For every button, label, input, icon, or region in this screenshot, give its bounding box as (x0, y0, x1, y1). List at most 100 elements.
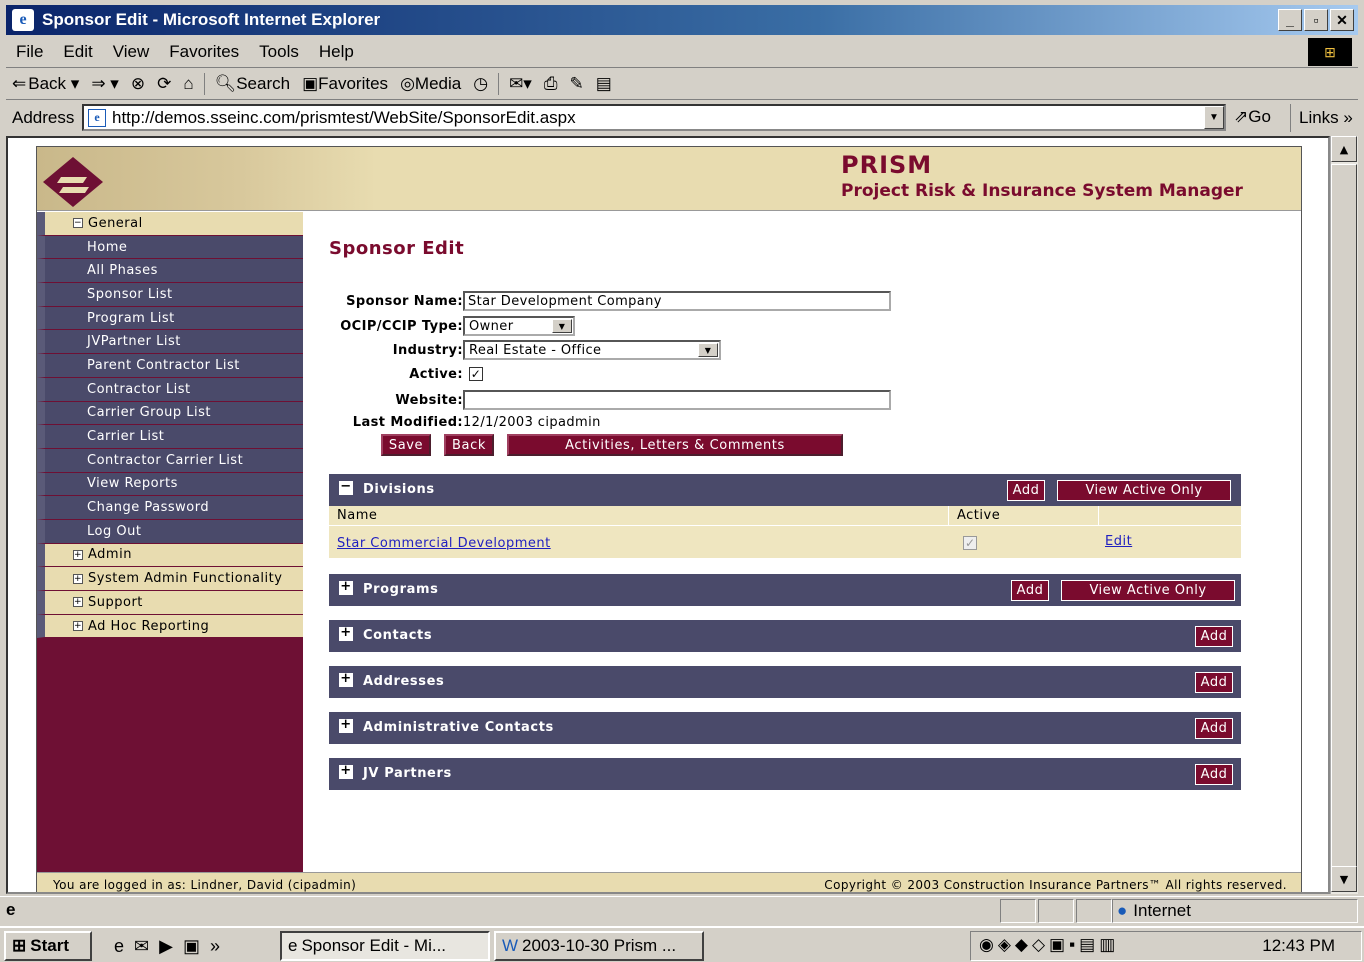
type-select[interactable]: Owner ▼ (463, 316, 575, 336)
stop-icon[interactable]: ⊗ (125, 74, 151, 94)
section-title: Administrative Contacts (363, 720, 554, 735)
outlook-launch-icon[interactable]: ✉ (134, 936, 149, 957)
app-frame: PRISM Project Risk & Insurance System Ma… (36, 146, 1302, 892)
back-button[interactable]: Back (444, 434, 494, 456)
refresh-icon[interactable]: ⟳ (151, 74, 177, 94)
menu-view[interactable]: View (103, 42, 160, 62)
page-viewport: PRISM Project Risk & Insurance System Ma… (6, 136, 1330, 894)
clock: 12:43 PM (1262, 936, 1335, 955)
expand-icon[interactable]: + (339, 764, 353, 779)
search-button[interactable]: 🔍︎Search (209, 74, 296, 94)
favorites-button[interactable]: ▣Favorites (296, 74, 394, 94)
quick-launch: e ✉ ▶ ▣ » (114, 936, 220, 957)
scroll-thumb[interactable] (1331, 164, 1357, 882)
tray-icons[interactable]: ◉◈◆◇▣▪▤▥ (979, 935, 1119, 955)
activities-button[interactable]: Activities, Letters & Comments (507, 434, 843, 456)
sidebar-item-sponsor-list[interactable]: Sponsor List (37, 283, 303, 307)
desktop-launch-icon[interactable]: ▣ (183, 936, 200, 957)
address-dropdown-icon[interactable]: ▼ (1204, 106, 1224, 129)
sponsor-name-input[interactable]: Star Development Company (463, 291, 891, 311)
mail-icon[interactable]: ✉▾ (503, 74, 538, 94)
menu-file[interactable]: File (6, 42, 53, 62)
add-address-button[interactable]: Add (1195, 672, 1233, 693)
address-input[interactable]: e http://demos.sseinc.com/prismtest/WebS… (82, 104, 1226, 131)
scroll-up-icon[interactable]: ▲ (1331, 136, 1357, 162)
save-button[interactable]: Save (381, 434, 431, 456)
taskbar-task-ie[interactable]: e Sponsor Edit - Mi... (280, 931, 490, 961)
sidebar-item-contractor-list[interactable]: Contractor List (37, 377, 303, 402)
website-input[interactable] (463, 390, 891, 410)
collapse-icon[interactable]: − (339, 480, 353, 495)
sidebar-item-log-out[interactable]: Log Out (37, 519, 303, 544)
discuss-icon[interactable]: ▤ (590, 74, 618, 94)
ie-launch-icon[interactable]: e (114, 936, 124, 957)
sidebar-item-program-list[interactable]: Program List (37, 306, 303, 331)
view-active-programs-button[interactable]: View Active Only (1061, 580, 1235, 601)
add-jv-partner-button[interactable]: Add (1195, 764, 1233, 785)
go-button[interactable]: ⇗Go (1234, 107, 1271, 127)
sidebar-item-jvpartner-list[interactable]: JVPartner List (37, 330, 303, 355)
home-icon[interactable]: ⌂ (177, 74, 199, 94)
type-label: OCIP/CCIP Type: (340, 319, 463, 334)
menu-tools[interactable]: Tools (249, 42, 309, 62)
section-title: Programs (363, 582, 439, 597)
page-footer: You are logged in as: Lindner, David (ci… (37, 872, 1301, 892)
media-launch-icon[interactable]: ▶ (159, 936, 173, 957)
expand-icon[interactable]: + (339, 580, 353, 595)
back-button[interactable]: ⇐ Back ▾ (6, 74, 85, 94)
expand-icon[interactable]: + (339, 718, 353, 733)
media-button[interactable]: ◎Media (394, 74, 467, 94)
window-title: Sponsor Edit - Microsoft Internet Explor… (42, 10, 381, 29)
scroll-down-icon[interactable]: ▼ (1331, 866, 1357, 892)
sidebar-item-change-password[interactable]: Change Password (37, 496, 303, 520)
chevron-down-icon: ▼ (698, 343, 718, 357)
expand-icon[interactable]: + (339, 672, 353, 687)
links-button[interactable]: Links » (1290, 104, 1353, 132)
more-icon[interactable]: » (210, 936, 220, 957)
sidebar-item-home[interactable]: Home (37, 235, 303, 260)
history-icon[interactable]: ◷ (467, 74, 494, 94)
taskbar-task-word[interactable]: W 2003-10-30 Prism ... (494, 931, 704, 961)
sidebar-item-all-phases[interactable]: All Phases (37, 259, 303, 284)
add-admin-contact-button[interactable]: Add (1195, 718, 1233, 739)
active-checkbox[interactable]: ✓ (469, 367, 483, 381)
start-button[interactable]: ⊞ start (4, 931, 92, 961)
expand-icon[interactable]: + (339, 626, 353, 641)
add-program-button[interactable]: Add (1011, 580, 1049, 601)
sidebar: − General Home All Phases Sponsor List Pr… (37, 212, 303, 872)
print-icon[interactable]: ⎙ (538, 74, 564, 94)
sidebar-item-view-reports[interactable]: View Reports (37, 472, 303, 497)
sidebar-group-label: Admin (88, 547, 132, 563)
add-division-button[interactable]: Add (1007, 480, 1045, 501)
sidebar-item-carrier-list[interactable]: Carrier List (37, 425, 303, 449)
division-name-link[interactable]: Star Commercial Development (337, 536, 551, 551)
menu-help[interactable]: Help (309, 42, 364, 62)
sidebar-item-parent-contractor-list[interactable]: Parent Contractor List (37, 354, 303, 378)
maximize-button[interactable]: ▫ (1304, 9, 1328, 31)
sidebar-group-admin[interactable]: + Admin (37, 543, 303, 568)
close-button[interactable]: ✕ (1330, 9, 1354, 31)
menu-edit[interactable]: Edit (53, 42, 102, 62)
edit-page-icon[interactable]: ✎ (563, 74, 589, 94)
sidebar-group-ad-hoc-reporting[interactable]: + Ad Hoc Reporting (37, 614, 303, 639)
forward-button[interactable]: ⇒ ▾ (85, 74, 125, 94)
sidebar-group-system-admin[interactable]: + System Admin Functionality (37, 567, 303, 591)
industry-select[interactable]: Real Estate - Office ▼ (463, 340, 721, 360)
view-active-divisions-button[interactable]: View Active Only (1057, 480, 1231, 501)
copyright-text: Copyright © 2003 Construction Insurance … (824, 878, 1287, 892)
sidebar-item-carrier-group-list[interactable]: Carrier Group List (37, 401, 303, 426)
edit-division-link[interactable]: Edit (1105, 534, 1132, 549)
add-contact-button[interactable]: Add (1195, 626, 1233, 647)
go-label: Go (1248, 107, 1271, 126)
section-addresses: + Addresses Add (329, 666, 1241, 698)
sidebar-group-support[interactable]: + Support (37, 591, 303, 615)
section-title: Contacts (363, 628, 433, 643)
zone-label: Internet (1133, 901, 1191, 920)
section-contacts: + Contacts Add (329, 620, 1241, 652)
sidebar-group-general[interactable]: − General (37, 212, 303, 236)
vertical-scrollbar[interactable]: ▲ ▼ (1330, 136, 1358, 894)
sidebar-item-contractor-carrier-list[interactable]: Contractor Carrier List (37, 448, 303, 473)
section-jv-partners: + JV Partners Add (329, 758, 1241, 790)
menu-favorites[interactable]: Favorites (159, 42, 249, 62)
minimize-button[interactable]: _ (1278, 9, 1302, 31)
